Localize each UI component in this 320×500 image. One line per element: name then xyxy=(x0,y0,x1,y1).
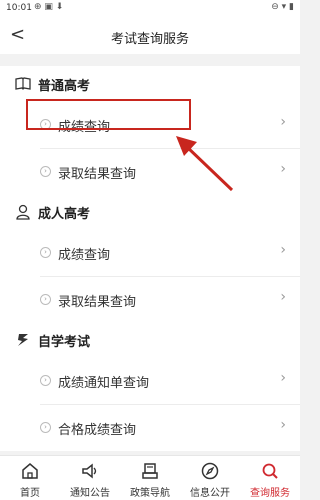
bottom-nav: 首页 通知公告 政策导航 信息公开 查询服务 xyxy=(0,455,300,500)
home-icon xyxy=(22,463,38,479)
section-header: 自学考试 xyxy=(0,322,300,358)
book-icon xyxy=(15,77,31,90)
nav-query[interactable]: 查询服务 xyxy=(240,456,300,500)
notification-icons: ⊕ ▣ ⬇ xyxy=(34,2,64,12)
row-label: 录取结果查询 xyxy=(58,295,137,310)
nav-home[interactable]: 首页 xyxy=(0,456,60,500)
section-self-study-exam: 自学考试 › 成绩通知单查询 › › 合格成绩查询 › xyxy=(0,322,300,451)
row-label: 成绩通知单查询 xyxy=(58,376,150,391)
nav-info[interactable]: 信息公开 xyxy=(180,456,240,500)
nav-label: 通知公告 xyxy=(70,488,110,499)
row-score-notice-query[interactable]: › 成绩通知单查询 › xyxy=(0,358,300,404)
person-icon xyxy=(16,204,30,220)
search-icon xyxy=(262,463,278,479)
system-icons: ⊖ ▾ ▮ xyxy=(271,2,294,12)
nav-label: 查询服务 xyxy=(250,488,290,499)
page-title: 考试查询服务 xyxy=(110,32,189,47)
status-time: 10:01 xyxy=(6,3,32,13)
row-adult-score-query[interactable]: › 成绩查询 › xyxy=(0,230,300,276)
row-label: 合格成绩查询 xyxy=(58,423,137,438)
section-gaokao: 普通高考 › 成绩查询 › › 录取结果查询 › xyxy=(0,66,300,195)
circle-bullet-icon: › xyxy=(40,166,51,177)
row-label: 成绩查询 xyxy=(58,120,111,135)
compass-icon xyxy=(201,462,219,480)
row-gaokao-admission-query[interactable]: › 录取结果查询 › xyxy=(0,149,300,195)
top-header: < 考试查询服务 xyxy=(0,18,300,54)
policy-icon xyxy=(142,463,158,479)
chevron-right-icon: › xyxy=(280,114,286,130)
section-title: 成人高考 xyxy=(38,207,91,222)
section-title: 普通高考 xyxy=(38,79,91,94)
nav-label: 首页 xyxy=(20,488,40,499)
chevron-right-icon: › xyxy=(280,289,286,305)
chevron-right-icon: › xyxy=(280,370,286,386)
circle-bullet-icon: › xyxy=(40,294,51,305)
nav-policy[interactable]: 政策导航 xyxy=(120,456,180,500)
row-gaokao-score-query[interactable]: › 成绩查询 › xyxy=(0,102,300,148)
section-header: 普通高考 xyxy=(0,66,300,102)
nav-label: 政策导航 xyxy=(130,488,170,499)
row-label: 录取结果查询 xyxy=(58,167,137,182)
circle-bullet-icon: › xyxy=(40,422,51,433)
content-area: 普通高考 › 成绩查询 › › 录取结果查询 › 成人高考 › 成绩查询 › ›… xyxy=(0,56,300,455)
status-bar: 10:01 ⊕ ▣ ⬇ ⊖ ▾ ▮ xyxy=(0,0,300,18)
section-adult-exam: 成人高考 › 成绩查询 › › 录取结果查询 › xyxy=(0,194,300,323)
nav-label: 信息公开 xyxy=(190,488,230,499)
circle-bullet-icon: › xyxy=(40,375,51,386)
self-study-icon xyxy=(18,334,28,346)
nav-notices[interactable]: 通知公告 xyxy=(60,456,120,500)
row-adult-admission-query[interactable]: › 录取结果查询 › xyxy=(0,277,300,323)
speaker-icon xyxy=(82,463,97,479)
circle-bullet-icon: › xyxy=(40,119,51,130)
row-label: 成绩查询 xyxy=(58,248,111,263)
chevron-right-icon: › xyxy=(280,242,286,258)
row-passed-score-query[interactable]: › 合格成绩查询 › xyxy=(0,405,300,451)
section-header: 成人高考 xyxy=(0,194,300,230)
chevron-right-icon: › xyxy=(280,161,286,177)
section-title: 自学考试 xyxy=(38,335,91,350)
chevron-right-icon: › xyxy=(280,417,286,433)
circle-bullet-icon: › xyxy=(40,247,51,258)
